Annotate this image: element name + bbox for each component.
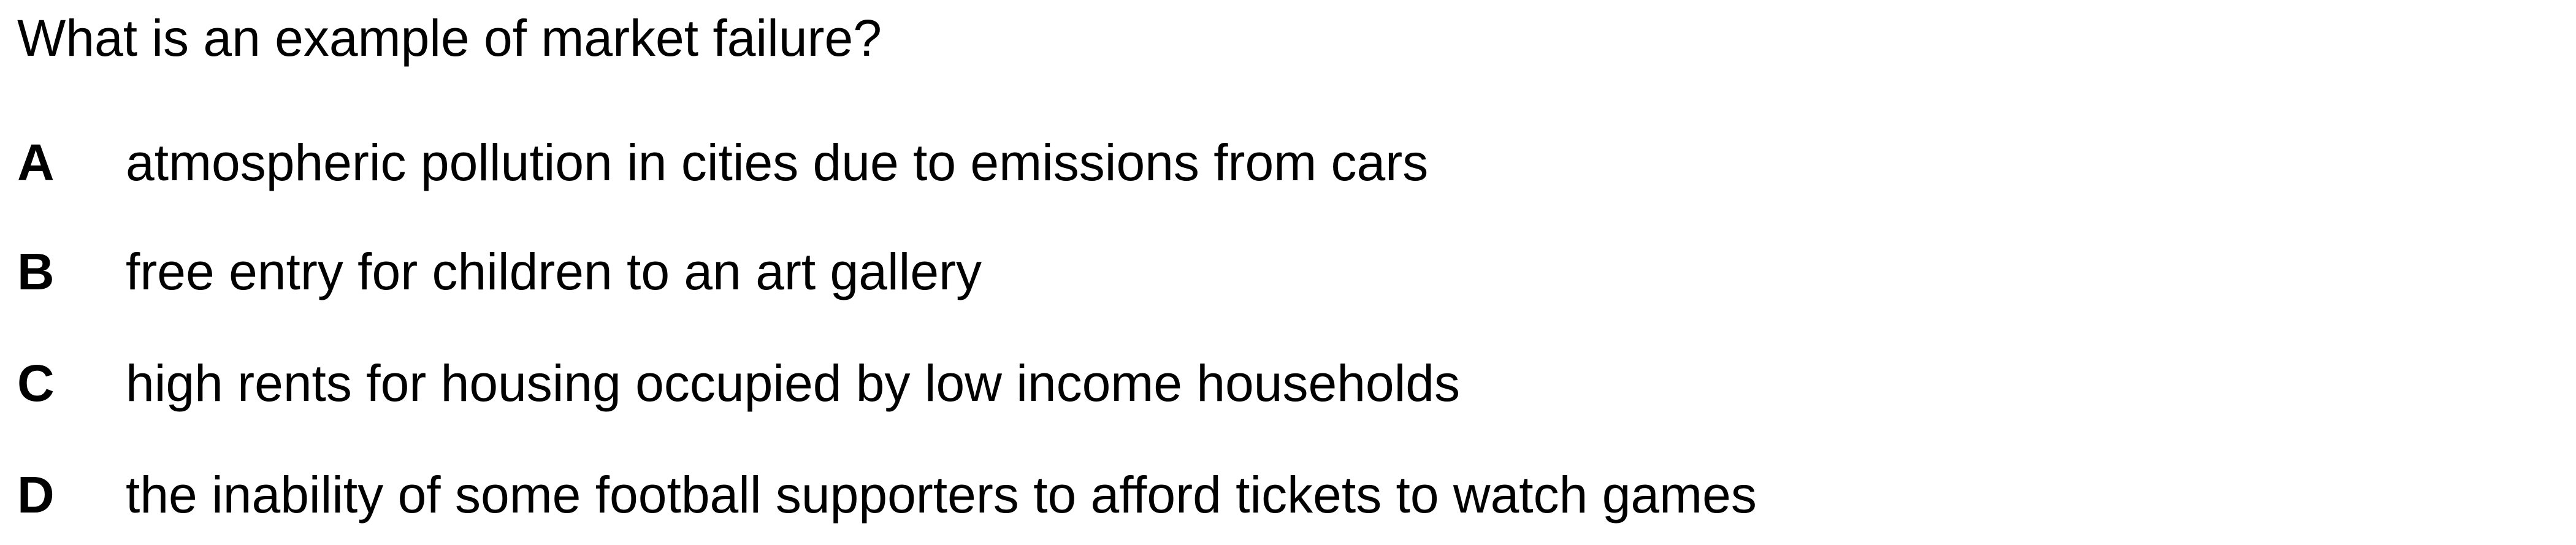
option-letter-b: B (17, 243, 55, 300)
option-letter-a: A (17, 134, 55, 191)
option-letter-d: D (17, 466, 55, 524)
answer-option-b: B free entry for children to an art gall… (17, 238, 982, 305)
option-letter-c: C (17, 354, 55, 412)
answer-option-a: A atmospheric pollution in cities due to… (17, 129, 1428, 196)
answer-option-c: C high rents for housing occupied by low… (17, 349, 1460, 417)
option-text-d: the inability of some football supporter… (126, 466, 1757, 524)
question-text: What is an example of market failure? (17, 9, 882, 67)
option-text-c: high rents for housing occupied by low i… (126, 354, 1461, 412)
option-text-b: free entry for children to an art galler… (126, 243, 982, 300)
option-text-a: atmospheric pollution in cities due to e… (126, 134, 1429, 191)
answer-option-d: D the inability of some football support… (17, 461, 1757, 528)
